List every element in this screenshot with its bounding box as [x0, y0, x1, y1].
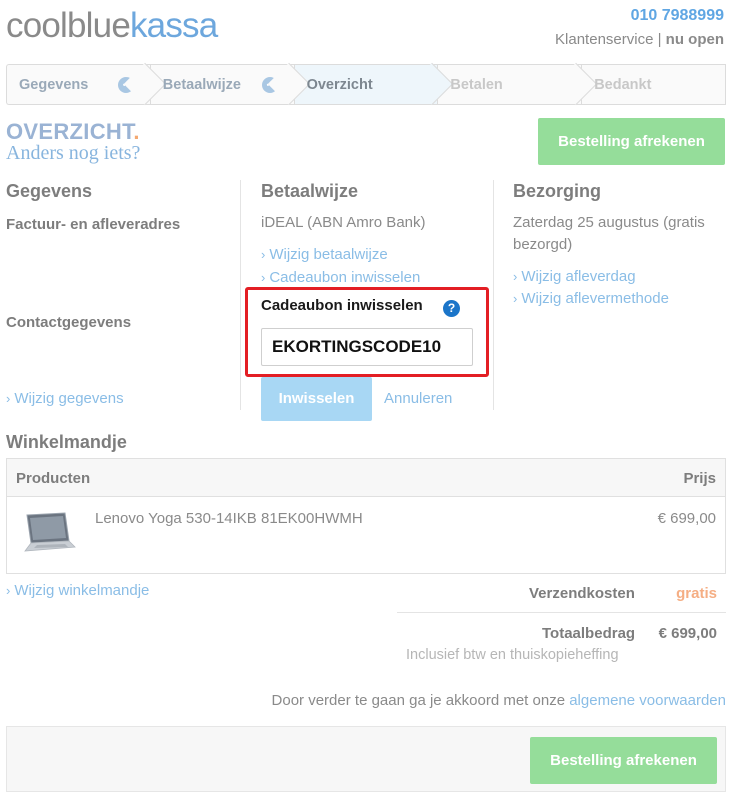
step-label: Gegevens	[19, 76, 89, 93]
redeem-voucher-text: Cadeaubon inwisselen	[269, 269, 421, 286]
incl-vat-note: Inclusief btw en thuiskopieheffing	[406, 647, 619, 663]
edit-cart-link[interactable]: › Wijzig winkelmandje	[6, 582, 149, 599]
step-betaalwijze[interactable]: Betaalwijze ✓	[149, 62, 310, 106]
totals-divider	[397, 612, 726, 613]
chevron-right-icon: ›	[513, 269, 518, 284]
col-products: Producten	[16, 470, 91, 487]
shipping-value: gratis	[676, 585, 717, 602]
customer-service-phone[interactable]: 010 7988999	[631, 7, 724, 25]
service-open-status: nu open	[665, 31, 724, 48]
step-betalen: Betalen	[437, 62, 598, 106]
step-label: Betalen	[450, 76, 503, 93]
product-price: € 699,00	[657, 510, 716, 527]
step-overzicht: Overzicht	[293, 62, 454, 106]
edit-cart-text: Wijzig winkelmandje	[14, 582, 150, 599]
column-divider	[493, 180, 494, 410]
chevron-right-icon: ›	[6, 391, 11, 406]
redeem-voucher-link[interactable]: › Cadeaubon inwisselen	[261, 269, 420, 286]
delivery-date-line1: Zaterdag 25 augustus (gratis	[513, 214, 705, 231]
delivery-date-line2: bezorgd)	[513, 236, 573, 253]
terms-link[interactable]: algemene voorwaarden	[569, 692, 726, 709]
step-label: Overzicht	[306, 76, 373, 93]
bezorging-heading: Bezorging	[513, 181, 601, 201]
coolblue-kassa-logo[interactable]: coolbluekassa	[6, 6, 218, 46]
cart-table-header: Producten Prijs	[7, 459, 725, 497]
edit-delivery-day-link[interactable]: › Wijzig afleverdag	[513, 268, 636, 285]
edit-details-text: Wijzig gegevens	[14, 390, 124, 407]
betaalwijze-heading: Betaalwijze	[261, 181, 359, 201]
chevron-right-icon: ›	[261, 247, 266, 262]
title-dot: .	[133, 119, 140, 144]
logo-coolblue: coolblue	[6, 6, 131, 45]
terms-agreement: Door verder te gaan ga je akkoord met on…	[272, 692, 726, 709]
product-name[interactable]: Lenovo Yoga 530-14IKB 81EK00HWMH	[95, 510, 363, 527]
chevron-right-icon: ›	[513, 291, 518, 306]
step-bedankt: Bedankt	[581, 64, 726, 105]
step-label: Betaalwijze	[162, 76, 241, 93]
page-title-text: OVERZICHT	[6, 119, 134, 144]
edit-delivery-method-text: Wijzig aflevermethode	[521, 290, 669, 307]
checkout-button-bottom[interactable]: Bestelling afrekenen	[530, 737, 717, 784]
help-icon[interactable]: ?	[443, 300, 460, 317]
address-label: Factuur- en afleveradres	[6, 216, 181, 233]
laptop-image	[24, 512, 76, 552]
column-divider	[240, 180, 241, 410]
shipping-label: Verzendkosten	[529, 585, 635, 602]
edit-delivery-day-text: Wijzig afleverdag	[521, 268, 636, 285]
edit-payment-text: Wijzig betaalwijze	[269, 246, 388, 263]
edit-delivery-method-link[interactable]: › Wijzig aflevermethode	[513, 290, 669, 307]
chevron-right-icon: ›	[261, 270, 266, 285]
contact-label: Contactgegevens	[6, 314, 132, 331]
customer-service-status: Klantenservice | nu open	[555, 31, 724, 48]
page-subtitle: Anders nog iets?	[6, 142, 141, 164]
total-value: € 699,00	[658, 625, 717, 642]
total-label: Totaalbedrag	[542, 625, 636, 642]
col-price: Prijs	[683, 470, 716, 487]
step-gegevens[interactable]: Gegevens ✓	[6, 62, 167, 106]
voucher-code-input[interactable]	[261, 328, 473, 366]
service-separator: |	[657, 31, 662, 48]
edit-details-link[interactable]: › Wijzig gegevens	[6, 390, 124, 407]
step-label: Bedankt	[594, 76, 652, 93]
cart-heading: Winkelmandje	[6, 432, 127, 452]
redeem-button[interactable]: Inwisselen	[261, 377, 372, 421]
terms-text: Door verder te gaan ga je akkoord met on…	[271, 692, 566, 709]
gegevens-heading: Gegevens	[6, 181, 93, 201]
logo-kassa: kassa	[129, 6, 218, 45]
payment-method: iDEAL (ABN Amro Bank)	[261, 214, 426, 231]
cancel-link[interactable]: Annuleren	[384, 390, 452, 407]
service-label: Klantenservice	[555, 31, 654, 48]
cart-table: Producten Prijs Lenovo Yoga 530-14IKB 81…	[6, 458, 726, 574]
chevron-right-icon: ›	[6, 583, 11, 598]
voucher-title: Cadeaubon inwisselen	[261, 297, 423, 314]
edit-payment-link[interactable]: › Wijzig betaalwijze	[261, 246, 388, 263]
checkout-steps: Gegevens ✓ Betaalwijze ✓ Overzicht Betal…	[6, 62, 726, 106]
checkout-button-top[interactable]: Bestelling afrekenen	[538, 118, 725, 165]
